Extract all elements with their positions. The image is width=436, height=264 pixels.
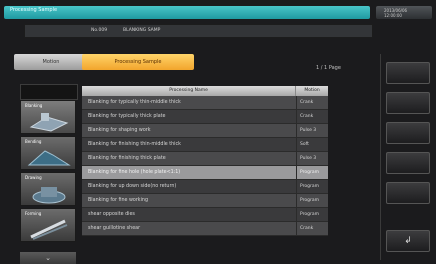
side-button-2[interactable] xyxy=(386,92,430,114)
category-label: Drawing xyxy=(25,175,42,180)
scroll-down-button[interactable]: ⌄ xyxy=(20,252,76,264)
row-name: Blanking for fine working xyxy=(88,198,149,203)
table-row-selected[interactable]: Blanking for fine hole (hole plate<1:1) … xyxy=(82,166,328,180)
row-motion: Crank xyxy=(296,110,328,123)
page-indicator: 1 / 1 Page xyxy=(316,65,341,71)
category-blanking-button[interactable]: Blanking xyxy=(20,100,76,134)
row-motion: Pulse 3 xyxy=(296,152,328,165)
title-bar: Processing Sample xyxy=(4,6,370,19)
row-name: Blanking for fine hole (hole plate<1:1) xyxy=(88,170,181,175)
row-name: Blanking for finishing thin-middle thick xyxy=(88,142,181,147)
row-motion: Pulse 3 xyxy=(296,124,328,137)
row-motion: Program xyxy=(296,180,328,193)
program-name: BLANKING SAMP xyxy=(123,28,161,33)
table-row[interactable]: Blanking for typically thick plate Crank xyxy=(82,110,328,124)
row-motion: Soft xyxy=(296,138,328,151)
drawing-icon xyxy=(32,187,66,204)
table-row[interactable]: shear opposite dies Program xyxy=(82,208,328,222)
category-drawing-button[interactable]: Drawing xyxy=(20,172,76,206)
table-row[interactable]: Blanking for shaping work Pulse 3 xyxy=(82,124,328,138)
bending-icon xyxy=(27,150,71,166)
row-name: Blanking for up down side(no return) xyxy=(88,184,177,189)
table-row[interactable]: Blanking for finishing thick plate Pulse… xyxy=(82,152,328,166)
row-name: Blanking for typically thin-middle thick xyxy=(88,100,181,105)
tab-processing-sample[interactable]: Processing Sample xyxy=(82,54,194,70)
enter-icon: ↲ xyxy=(404,236,412,246)
side-button-3[interactable] xyxy=(386,122,430,144)
row-motion: Crank xyxy=(296,96,328,109)
header-processing-name: Processing Name xyxy=(169,88,208,93)
side-button-5[interactable] xyxy=(386,182,430,204)
enter-button[interactable]: ↲ xyxy=(386,230,430,252)
clock-time: 12:00:00 xyxy=(384,13,402,18)
clock-panel: 2013/06/06 12:00:00 xyxy=(376,6,432,19)
side-button-1[interactable] xyxy=(386,62,430,84)
category-bending-button[interactable]: Bending xyxy=(20,136,76,170)
table-row[interactable]: Blanking for finishing thin-middle thick… xyxy=(82,138,328,152)
category-label: Bending xyxy=(25,139,42,144)
table-row[interactable]: Blanking for up down side(no return) Pro… xyxy=(82,180,328,194)
row-name: Blanking for typically thick plate xyxy=(88,114,166,119)
header-motion: Motion xyxy=(295,86,328,96)
row-name: shear opposite dies xyxy=(88,212,135,217)
row-motion: Program xyxy=(296,166,328,179)
forming-icon xyxy=(30,219,68,240)
processing-table: Processing Name Motion Blanking for typi… xyxy=(82,86,328,236)
row-motion: Crank xyxy=(296,222,328,235)
table-row[interactable]: Blanking for fine working Program xyxy=(82,194,328,208)
row-name: shear guillotine shear xyxy=(88,226,141,231)
table-row[interactable]: shear guillotine shear Crank xyxy=(82,222,328,236)
row-name: Blanking for finishing thick plate xyxy=(88,156,166,161)
table-header: Processing Name Motion xyxy=(82,86,328,96)
program-bar: No.009 BLANKING SAMP xyxy=(24,24,373,38)
row-name: Blanking for shaping work xyxy=(88,128,151,133)
category-forming-button[interactable]: Forming xyxy=(20,208,76,242)
blanking-icon xyxy=(29,113,69,132)
tab-motion[interactable]: Motion xyxy=(14,54,88,70)
chevron-down-icon: ⌄ xyxy=(45,254,51,262)
screen-title: Processing Sample xyxy=(10,7,58,13)
screen: Processing Sample 2013/06/06 12:00:00 No… xyxy=(0,0,436,264)
right-divider xyxy=(380,54,381,260)
row-motion: Program xyxy=(296,194,328,207)
category-label: Forming xyxy=(25,211,42,216)
side-button-4[interactable] xyxy=(386,152,430,174)
row-motion: Program xyxy=(296,208,328,221)
category-label: Blanking xyxy=(25,103,43,108)
program-number: No.009 xyxy=(91,28,108,33)
table-row[interactable]: Blanking for typically thin-middle thick… xyxy=(82,96,328,110)
category-header xyxy=(20,84,78,100)
